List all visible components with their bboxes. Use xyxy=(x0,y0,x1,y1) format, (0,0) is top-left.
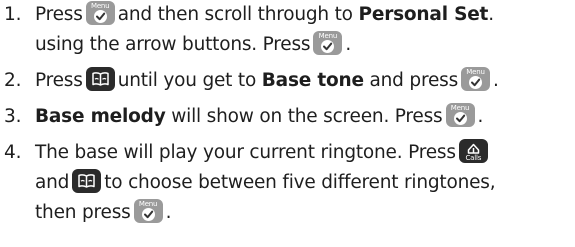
calls-key-label: Calls xyxy=(465,154,482,162)
checkmark-icon xyxy=(471,78,481,87)
calls-key-icon: Calls xyxy=(458,139,488,163)
step-text-segment: and then scroll through to xyxy=(117,4,353,25)
phonebook-key-icon xyxy=(85,67,115,91)
step-text-segment: Press xyxy=(35,4,83,25)
step-2: 2. Press until you get to Base tone and p… xyxy=(4,66,572,96)
phonebook-glyph xyxy=(78,174,95,188)
menu-ok-key-icon: Menu xyxy=(445,103,475,127)
checkmark-icon xyxy=(143,210,153,219)
step-text-segment: using the arrow buttons. Press xyxy=(35,34,311,55)
phonebook-key-icon xyxy=(72,169,102,193)
step-bold-term: Personal Set xyxy=(358,4,489,25)
checkmark-icon xyxy=(323,42,333,51)
step-text: Base melody will show on the screen. Pre… xyxy=(35,103,484,127)
step-text: Press Menu and then scroll through to Pers… xyxy=(35,1,494,55)
step-text-segment: . xyxy=(493,70,499,91)
step-number: 3. xyxy=(4,106,22,127)
step-bold-term: Base melody xyxy=(35,106,166,127)
menu-ok-key-icon: Menu xyxy=(85,1,115,25)
step-text-segment: . xyxy=(165,202,172,223)
step-4: 4. The base will play your current ringt… xyxy=(4,138,572,228)
step-text: Press until you get to Base tone and pres… xyxy=(35,67,499,91)
phonebook-glyph xyxy=(91,72,109,86)
step-3: 3. Base melody will show on the screen. … xyxy=(4,102,572,132)
menu-ok-key-icon: Menu xyxy=(461,67,491,91)
step-number: 1. xyxy=(4,4,22,25)
step-text-segment: and xyxy=(35,172,70,193)
step-text-segment: will show on the screen. Press xyxy=(171,106,443,127)
step-bold-term: Base tone xyxy=(261,70,364,91)
instruction-list: 1. Press Menu and then scroll through to P… xyxy=(4,0,572,234)
step-text: The base will play your current ringtone… xyxy=(35,139,496,223)
step-text-segment: The base will play your current ringtone… xyxy=(35,142,456,163)
menu-ok-key-icon: Menu xyxy=(133,199,163,223)
step-text-segment: . xyxy=(477,106,484,127)
step-text-segment: then press xyxy=(35,202,131,223)
step-number: 2. xyxy=(4,70,22,91)
step-text-segment: . xyxy=(488,4,494,25)
step-text-segment: and press xyxy=(369,70,459,91)
step-text-segment: to choose between five different rington… xyxy=(104,172,496,193)
step-text-segment: Press xyxy=(35,70,83,91)
step-text-segment: . xyxy=(345,34,352,55)
step-number: 4. xyxy=(4,142,22,163)
menu-ok-key-icon: Menu xyxy=(313,31,343,55)
step-1: 1. Press Menu and then scroll through to P… xyxy=(4,0,572,60)
step-text-segment: until you get to xyxy=(117,70,257,91)
checkmark-icon xyxy=(95,12,105,21)
checkmark-icon xyxy=(455,114,465,123)
